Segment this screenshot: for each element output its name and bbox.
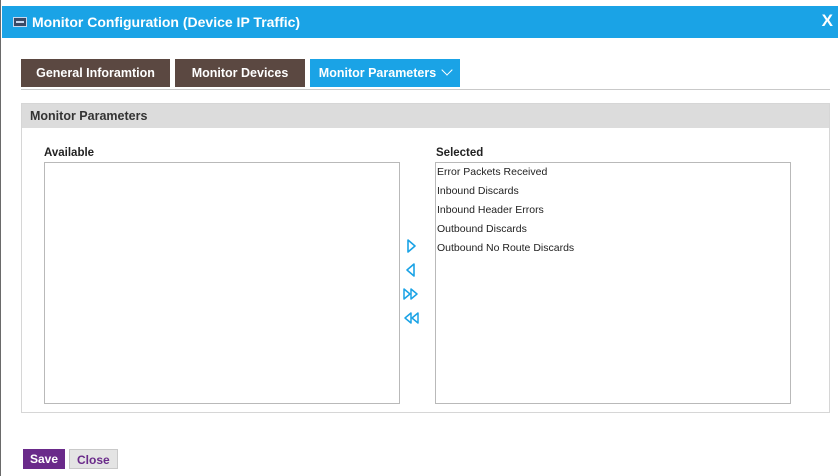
list-item[interactable]: Error Packets Received bbox=[436, 163, 790, 182]
dialog-titlebar: Monitor Configuration (Device IP Traffic… bbox=[2, 6, 838, 38]
monitor-parameters-panel: Monitor Parameters Available Selected Er… bbox=[21, 103, 830, 413]
tab-monitor-parameters-label: Monitor Parameters bbox=[318, 66, 437, 80]
monitor-configuration-dialog: Monitor Configuration (Device IP Traffic… bbox=[0, 0, 838, 476]
list-item[interactable]: Outbound Discards bbox=[436, 220, 790, 239]
list-item[interactable]: Inbound Header Errors bbox=[436, 201, 790, 220]
chevron-down-icon bbox=[441, 64, 453, 76]
close-button[interactable]: Close bbox=[69, 449, 118, 469]
tab-general-information[interactable]: General Inforamtion bbox=[21, 59, 170, 87]
list-item[interactable]: Outbound No Route Discards bbox=[436, 239, 790, 258]
tab-monitor-parameters[interactable]: Monitor Parameters bbox=[310, 59, 460, 87]
move-left-icon[interactable] bbox=[403, 262, 419, 278]
dialog-title: Monitor Configuration (Device IP Traffic… bbox=[32, 14, 301, 30]
move-right-icon[interactable] bbox=[403, 238, 419, 254]
selected-label: Selected bbox=[436, 147, 484, 159]
selected-listbox[interactable]: Error Packets Received Inbound Discards In… bbox=[435, 162, 791, 404]
close-icon[interactable]: X bbox=[822, 11, 833, 31]
monitor-app-icon bbox=[13, 17, 27, 27]
move-all-right-icon[interactable] bbox=[403, 286, 419, 302]
available-label: Available bbox=[44, 147, 95, 159]
tab-monitor-devices[interactable]: Monitor Devices bbox=[175, 59, 305, 87]
save-button[interactable]: Save bbox=[23, 449, 66, 469]
move-all-left-icon[interactable] bbox=[403, 310, 419, 326]
panel-title: Monitor Parameters bbox=[22, 104, 829, 128]
tab-bar: General Inforamtion Monitor Devices Moni… bbox=[21, 59, 830, 90]
list-item[interactable]: Inbound Discards bbox=[436, 182, 790, 201]
available-listbox[interactable] bbox=[44, 162, 400, 404]
